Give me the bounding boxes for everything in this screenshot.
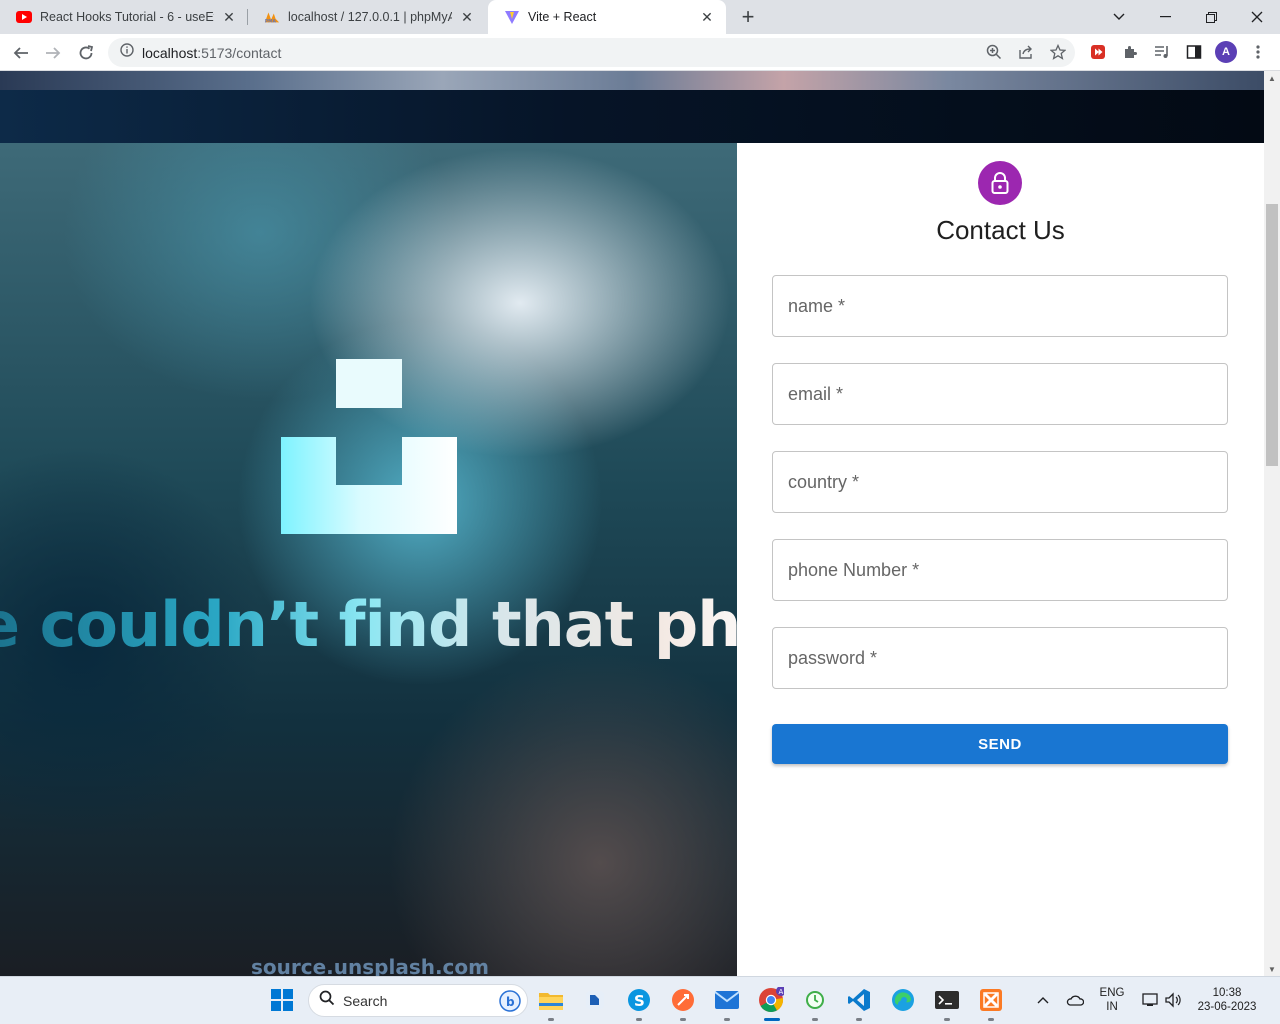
email-field-label: email * xyxy=(788,383,844,404)
tab-strip: React Hooks Tutorial - 6 - useEffe ✕ PMA… xyxy=(0,0,1280,34)
contact-form-panel: Contact Us name * email * country * phon… xyxy=(737,143,1264,976)
close-tab-icon[interactable]: ✕ xyxy=(220,8,238,26)
profile-avatar[interactable]: A xyxy=(1215,41,1237,63)
running-indicator xyxy=(856,1018,862,1021)
tab-title: React Hooks Tutorial - 6 - useEffe xyxy=(40,10,214,24)
zoom-icon[interactable] xyxy=(985,43,1003,61)
clock[interactable]: 10:38 23-06-2023 xyxy=(1192,987,1262,1013)
image-error-text: e couldn’t find that pho xyxy=(0,588,737,661)
search-icon xyxy=(319,990,335,1011)
header-dark-band xyxy=(0,90,1264,143)
terminal-icon[interactable] xyxy=(932,985,962,1015)
onedrive-cloud-icon[interactable] xyxy=(1060,985,1090,1015)
running-indicator xyxy=(724,1018,730,1021)
phpmyadmin-icon: PMA xyxy=(264,9,280,25)
side-image: e couldn’t find that pho source.unsplash… xyxy=(0,143,737,976)
vscode-icon[interactable] xyxy=(844,985,874,1015)
browser-toolbar: localhost:5173/contact A xyxy=(0,34,1280,71)
scroll-up-arrow-icon[interactable]: ▲ xyxy=(1264,71,1280,85)
password-field-label: password * xyxy=(788,647,878,668)
unsplash-logo xyxy=(281,359,457,534)
chevron-up-icon[interactable] xyxy=(1028,985,1058,1015)
lock-icon xyxy=(978,161,1022,205)
chrome-icon[interactable]: A xyxy=(756,985,786,1015)
running-indicator xyxy=(988,1018,994,1021)
site-info-icon[interactable] xyxy=(120,43,134,62)
close-window-button[interactable] xyxy=(1234,0,1280,34)
menu-kebab-icon[interactable] xyxy=(1248,42,1268,62)
tab-title: Vite + React xyxy=(528,10,597,24)
volume-icon[interactable] xyxy=(1158,985,1188,1015)
running-indicator xyxy=(636,1018,642,1021)
extensions-puzzle-icon[interactable] xyxy=(1120,42,1140,62)
new-tab-button[interactable]: + xyxy=(736,4,760,29)
xampp-icon[interactable] xyxy=(976,985,1006,1015)
running-indicator xyxy=(812,1018,818,1021)
tab-vite-react[interactable]: Vite + React ✕ xyxy=(488,0,726,34)
scrollbar-thumb[interactable] xyxy=(1266,204,1278,466)
name-field-label: name * xyxy=(788,295,846,316)
running-indicator xyxy=(944,1018,950,1021)
running-indicator xyxy=(548,1018,554,1021)
forward-icon[interactable] xyxy=(40,40,66,66)
address-bar[interactable]: localhost:5173/contact xyxy=(108,38,1075,67)
vite-icon xyxy=(504,9,520,25)
media-control-icon[interactable] xyxy=(1152,42,1172,62)
edge-icon[interactable] xyxy=(888,985,918,1015)
close-tab-icon[interactable]: ✕ xyxy=(698,8,716,26)
name-field[interactable]: name * xyxy=(772,275,1228,337)
taskbar-search[interactable]: Search b xyxy=(308,984,528,1017)
extension-red-icon[interactable] xyxy=(1088,42,1108,62)
bookmark-star-icon[interactable] xyxy=(1049,43,1067,61)
side-panel-icon[interactable] xyxy=(1184,42,1204,62)
tab-title: localhost / 127.0.0.1 | phpMyAdm xyxy=(288,10,452,24)
svg-text:A: A xyxy=(779,988,784,996)
country-field-label: country * xyxy=(788,471,860,492)
email-field[interactable]: email * xyxy=(772,363,1228,425)
country-field[interactable]: country * xyxy=(772,451,1228,513)
minimize-button[interactable] xyxy=(1142,0,1188,34)
url-text: localhost:5173/contact xyxy=(142,44,282,61)
image-source-text: source.unsplash.com xyxy=(251,955,489,976)
active-indicator xyxy=(764,1018,780,1021)
running-indicator xyxy=(680,1018,686,1021)
svg-text:S: S xyxy=(634,992,645,1010)
svg-text:b: b xyxy=(506,995,515,1009)
mail-icon[interactable] xyxy=(712,985,742,1015)
back-icon[interactable] xyxy=(8,40,34,66)
language-indicator[interactable]: ENG IN xyxy=(1096,987,1128,1013)
scroll-down-arrow-icon[interactable]: ▼ xyxy=(1264,962,1280,976)
app-green-icon[interactable] xyxy=(800,985,830,1015)
youtube-icon xyxy=(16,9,32,25)
tab-phpmyadmin[interactable]: PMA localhost / 127.0.0.1 | phpMyAdm ✕ xyxy=(248,0,486,34)
postman-icon[interactable] xyxy=(668,985,698,1015)
phone-number-field[interactable]: phone Number * xyxy=(772,539,1228,601)
bing-icon[interactable]: b xyxy=(499,990,521,1017)
reload-icon[interactable] xyxy=(73,40,99,66)
close-tab-icon[interactable]: ✕ xyxy=(458,8,476,26)
header-image-strip xyxy=(0,71,1264,90)
windows-taskbar: Search b S A ENG IN 10:38 23-06-2023 xyxy=(0,976,1280,1024)
svg-text:PMA: PMA xyxy=(265,18,277,24)
share-icon[interactable] xyxy=(1017,43,1035,61)
skype-icon[interactable]: S xyxy=(624,985,654,1015)
send-button[interactable]: SEND xyxy=(772,724,1228,764)
password-field[interactable]: password * xyxy=(772,627,1228,689)
file-explorer-icon[interactable] xyxy=(536,985,566,1015)
page-viewport: e couldn’t find that pho source.unsplash… xyxy=(0,71,1264,976)
tab-search-icon[interactable] xyxy=(1096,0,1142,34)
page-scrollbar[interactable]: ▲ ▼ xyxy=(1264,71,1280,976)
phone-number-field-label: phone Number * xyxy=(788,559,920,580)
windows-start-icon[interactable] xyxy=(267,985,297,1015)
app-blue-icon[interactable] xyxy=(580,985,610,1015)
search-label: Search xyxy=(343,992,388,1009)
page-title: Contact Us xyxy=(936,215,1065,245)
tab-react-hooks[interactable]: React Hooks Tutorial - 6 - useEffe ✕ xyxy=(0,0,248,34)
restore-button[interactable] xyxy=(1188,0,1234,34)
